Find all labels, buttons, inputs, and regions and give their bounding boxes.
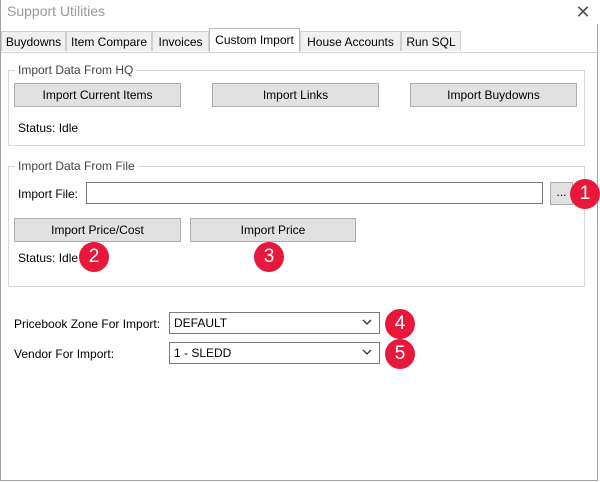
- tab-page-border: [1, 52, 599, 53]
- chevron-down-icon: [362, 349, 372, 355]
- import-links-button[interactable]: Import Links: [212, 83, 379, 107]
- tab-buydowns[interactable]: Buydowns: [1, 31, 66, 51]
- tab-custom-import[interactable]: Custom Import: [209, 28, 300, 52]
- tab-strip: Buydowns Item Compare Invoices Custom Im…: [1, 28, 600, 53]
- import-file-input[interactable]: [86, 182, 543, 204]
- vendor-select[interactable]: 1 - SLEDD: [169, 342, 380, 364]
- import-current-items-button[interactable]: Import Current Items: [14, 83, 181, 107]
- vendor-label: Vendor For Import:: [14, 347, 115, 361]
- callout-badge-3: 3: [254, 242, 284, 272]
- tab-house-accounts[interactable]: House Accounts: [300, 31, 401, 51]
- tab-item-compare[interactable]: Item Compare: [66, 31, 152, 51]
- chevron-down-icon: [362, 319, 372, 325]
- hq-status-text: Status: Idle: [18, 121, 79, 135]
- pricebook-zone-label: Pricebook Zone For Import:: [14, 317, 161, 331]
- pricebook-zone-select[interactable]: DEFAULT: [169, 312, 380, 334]
- hq-import-group: Import Data From HQ: [8, 63, 585, 146]
- import-price-cost-button[interactable]: Import Price/Cost: [14, 218, 181, 242]
- callout-badge-1: 1: [570, 179, 600, 209]
- pricebook-zone-value: DEFAULT: [174, 316, 228, 330]
- callout-badge-2: 2: [79, 242, 109, 272]
- support-utilities-window: Support Utilities ✕ Buydowns Item Compar…: [0, 0, 600, 481]
- vendor-value: 1 - SLEDD: [174, 346, 232, 360]
- title-bar: Support Utilities ✕: [1, 0, 600, 24]
- callout-badge-5: 5: [385, 339, 415, 369]
- window-title: Support Utilities: [7, 3, 106, 19]
- import-buydowns-button[interactable]: Import Buydowns: [410, 83, 577, 107]
- close-icon[interactable]: ✕: [572, 1, 594, 23]
- tab-invoices[interactable]: Invoices: [152, 31, 209, 51]
- import-price-button[interactable]: Import Price: [190, 218, 356, 242]
- file-status-text: Status: Idle: [18, 251, 79, 265]
- tab-run-sql[interactable]: Run SQL: [401, 31, 461, 51]
- callout-badge-4: 4: [385, 309, 415, 339]
- hq-group-legend: Import Data From HQ: [15, 63, 137, 77]
- file-group-legend: Import Data From File: [15, 159, 138, 173]
- import-file-label: Import File:: [18, 187, 79, 201]
